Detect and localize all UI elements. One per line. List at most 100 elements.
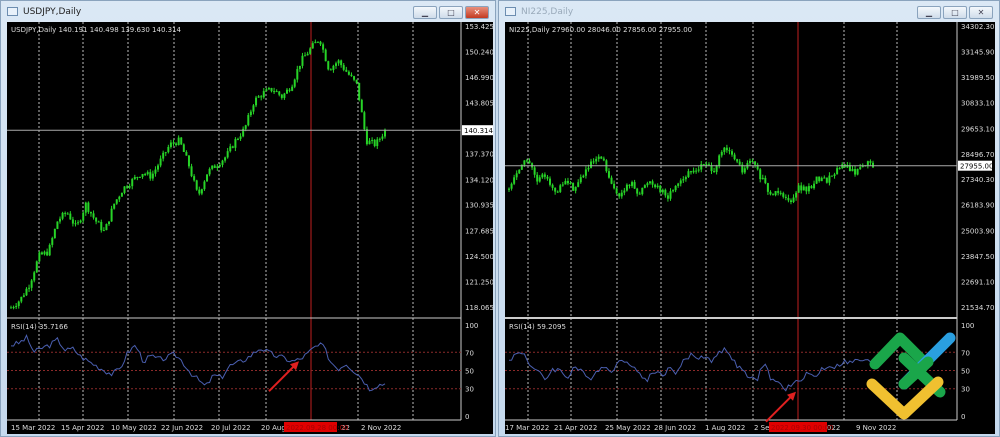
candle bbox=[28, 287, 31, 289]
candle bbox=[554, 187, 557, 192]
candle bbox=[249, 111, 252, 116]
window-title-text: USDJPY,Daily bbox=[23, 7, 82, 17]
candle bbox=[35, 261, 38, 273]
candle bbox=[772, 194, 775, 196]
candle bbox=[828, 175, 831, 183]
candle bbox=[538, 177, 541, 182]
candle bbox=[293, 79, 296, 87]
candle bbox=[131, 179, 134, 187]
rsi-line bbox=[10, 333, 386, 392]
price-tick: 130.935 bbox=[465, 202, 493, 210]
close-button[interactable]: ✕ bbox=[465, 6, 489, 19]
candle bbox=[371, 139, 374, 141]
candle bbox=[206, 174, 209, 182]
minimize-button[interactable]: ▁ bbox=[413, 6, 437, 19]
candle bbox=[572, 182, 575, 191]
price-tick: 28496.70 bbox=[961, 151, 994, 159]
candle bbox=[360, 99, 363, 113]
candle bbox=[728, 150, 731, 152]
candle bbox=[66, 213, 69, 215]
candle bbox=[533, 167, 536, 175]
candle bbox=[597, 156, 600, 159]
candle bbox=[643, 185, 646, 188]
candle bbox=[525, 160, 528, 162]
maximize-button[interactable]: □ bbox=[943, 6, 967, 19]
candle bbox=[707, 164, 710, 166]
candle bbox=[327, 61, 330, 70]
candle bbox=[172, 142, 175, 144]
candle bbox=[38, 252, 41, 262]
candle bbox=[836, 168, 839, 175]
candle bbox=[556, 191, 559, 193]
candle bbox=[164, 152, 167, 154]
candle bbox=[820, 178, 823, 182]
candle bbox=[384, 129, 386, 137]
candle bbox=[566, 180, 569, 184]
candle bbox=[301, 55, 304, 66]
price-tick: 22691.10 bbox=[961, 279, 994, 287]
candle bbox=[347, 71, 350, 75]
candle bbox=[508, 188, 510, 190]
candle bbox=[687, 171, 690, 178]
price-tick: 21534.70 bbox=[961, 304, 994, 312]
candle bbox=[126, 186, 129, 188]
candle bbox=[195, 180, 198, 190]
candle bbox=[536, 174, 539, 182]
chart-header: USDJPY,Daily 140.191 140.498 139.630 140… bbox=[11, 26, 182, 34]
candle bbox=[234, 139, 237, 148]
candle bbox=[733, 154, 736, 160]
date-label: 15 Mar 2022 bbox=[11, 424, 55, 432]
candle bbox=[95, 217, 98, 222]
candle bbox=[754, 161, 757, 165]
candle bbox=[549, 178, 552, 185]
candle bbox=[334, 63, 337, 66]
candle bbox=[759, 169, 762, 180]
candle bbox=[723, 147, 726, 152]
candle bbox=[175, 143, 178, 146]
candle bbox=[151, 173, 154, 179]
candle bbox=[252, 105, 255, 112]
candle bbox=[133, 176, 136, 180]
candle bbox=[59, 218, 62, 222]
candle bbox=[260, 96, 263, 98]
close-button[interactable]: ✕ bbox=[969, 6, 993, 19]
candle bbox=[800, 185, 803, 191]
candle bbox=[869, 161, 872, 163]
candle bbox=[674, 185, 677, 191]
rsi-level-label: 50 bbox=[465, 368, 474, 376]
candle bbox=[651, 181, 654, 185]
candle bbox=[805, 186, 808, 192]
candle bbox=[830, 175, 833, 177]
candle bbox=[725, 147, 728, 151]
candle bbox=[569, 182, 572, 184]
candle bbox=[190, 166, 193, 177]
candle bbox=[342, 65, 345, 70]
price-tick: 153.425 bbox=[465, 23, 493, 31]
price-tick: 26183.90 bbox=[961, 202, 994, 210]
candle bbox=[257, 96, 260, 98]
candle bbox=[314, 41, 317, 44]
window-usdjpy[interactable]: USDJPY,Daily ▁ □ ✕ USDJPY,Daily 140.191 14… bbox=[0, 0, 496, 437]
candle bbox=[324, 49, 327, 62]
candle bbox=[695, 170, 698, 172]
price-tick: 134.120 bbox=[465, 176, 493, 184]
minimize-button[interactable]: ▁ bbox=[917, 6, 941, 19]
candle bbox=[77, 222, 80, 224]
candle bbox=[584, 169, 587, 176]
candle bbox=[590, 161, 593, 168]
candle bbox=[856, 169, 859, 175]
chart-usdjpy[interactable]: USDJPY,Daily 140.191 140.498 139.630 140… bbox=[7, 22, 493, 434]
rsi-level-label: 0 bbox=[465, 413, 469, 421]
candle bbox=[53, 228, 56, 239]
candle bbox=[376, 139, 379, 147]
candle bbox=[656, 185, 659, 188]
candle bbox=[218, 164, 221, 167]
candle bbox=[646, 183, 649, 186]
date-label: 22 Jun 2022 bbox=[161, 424, 203, 432]
candle bbox=[51, 238, 54, 245]
candle bbox=[25, 288, 28, 296]
candle bbox=[10, 307, 12, 309]
maximize-button[interactable]: □ bbox=[439, 6, 463, 19]
date-label: 2 Nov 2022 bbox=[361, 424, 401, 432]
current-price-label: 140.314 bbox=[464, 127, 493, 135]
